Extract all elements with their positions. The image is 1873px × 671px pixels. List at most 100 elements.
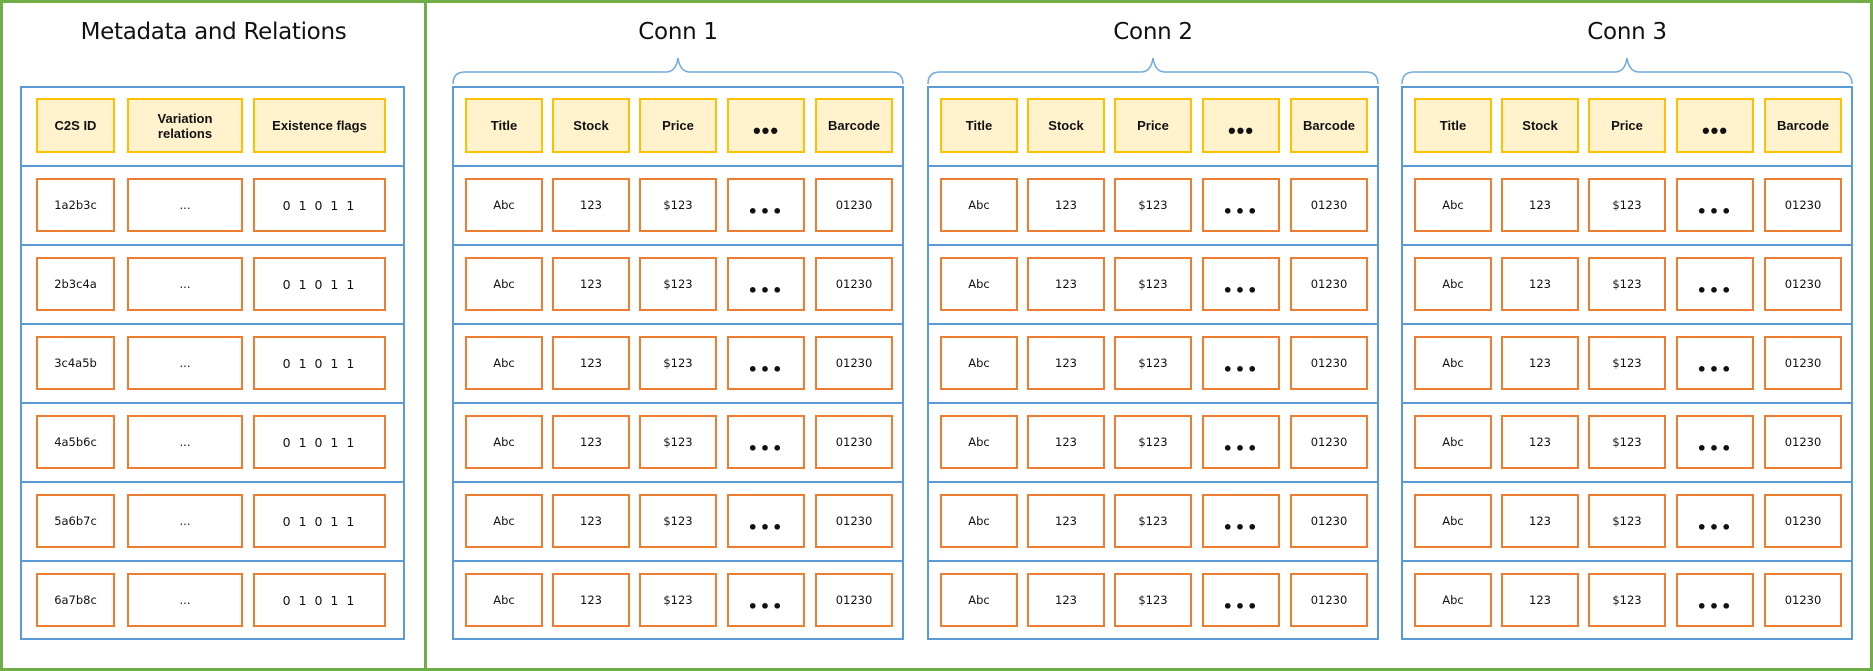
connection-row: Abc 123 $123 ••• 01230 [454,323,902,402]
connection-header-cell: Title [940,98,1018,153]
metadata-header-cell: Variation relations [127,98,243,153]
connection-header-cell: Stock [552,98,630,153]
connection-cell: Abc [940,494,1018,548]
connection-header-cell: Stock [1501,98,1579,153]
connection-table: Title Stock Price ••• Barcode Abc 123 $123 ••• 01… [927,86,1379,640]
connection-cell: 01230 [1764,336,1842,390]
connection-cell: 01230 [1764,257,1842,311]
metadata-cell-relations: ... [127,178,243,232]
more-values-ellipsis: ••• [727,494,805,548]
curly-brace-icon [452,55,904,87]
metadata-cell-flags: 0 1 0 1 1 [253,257,386,311]
metadata-cell-relations: ... [127,415,243,469]
metadata-cell-id: 4a5b6c [36,415,115,469]
connection-header-cell: Title [1414,98,1492,153]
connection-cell: Abc [465,494,543,548]
connection-cell: 01230 [1764,178,1842,232]
more-values-ellipsis: ••• [1676,178,1754,232]
connection-cell: Abc [1414,178,1492,232]
connection-row: Abc 123 $123 ••• 01230 [454,244,902,323]
connection-cell: $123 [1114,494,1192,548]
connection-cell: 123 [552,415,630,469]
connection-cell: $123 [1588,257,1666,311]
connection-title: Conn 1 [638,19,718,45]
more-values-ellipsis: ••• [1202,257,1280,311]
connection-cell: 01230 [1290,257,1368,311]
connection-title: Conn 2 [1113,19,1193,45]
connection-cell: Abc [465,336,543,390]
connection-cell: $123 [1588,178,1666,232]
connection-cell: $123 [1114,336,1192,390]
connection-cell: 01230 [1764,494,1842,548]
connection-cell: 01230 [815,257,893,311]
metadata-cell-id: 2b3c4a [36,257,115,311]
connection-cell: $123 [1114,415,1192,469]
connection-cell: 01230 [1290,336,1368,390]
connection-cell: $123 [1588,573,1666,627]
connection-cell: $123 [1588,336,1666,390]
connection-row: Abc 123 $123 ••• 01230 [454,402,902,481]
connection-cell: $123 [1114,573,1192,627]
connection-cell: $123 [1114,257,1192,311]
metadata-cell-id: 1a2b3c [36,178,115,232]
connection-cell: Abc [465,178,543,232]
connection-row: Abc 123 $123 ••• 01230 [929,560,1377,639]
connection-cell: 123 [1501,573,1579,627]
more-values-ellipsis: ••• [1676,415,1754,469]
metadata-row: 6a7b8c... 0 1 0 1 1 [22,560,403,639]
metadata-cell-relations: ... [127,257,243,311]
connection-header-cell: Price [639,98,717,153]
connection-cell: 123 [1501,415,1579,469]
connection-cell: Abc [940,257,1018,311]
connection-row: Abc 123 $123 ••• 01230 [1403,481,1851,560]
connection-cell: Abc [1414,336,1492,390]
connection-header-row: Title Stock Price ••• Barcode [929,88,1377,167]
more-columns-ellipsis: ••• [1202,98,1280,153]
connection-header-cell: Stock [1027,98,1105,153]
connection-cell: Abc [465,415,543,469]
connection-cell: $123 [1588,415,1666,469]
connection-cell: 123 [1027,257,1105,311]
connection-cell: $123 [639,494,717,548]
connection-cell: 123 [1501,178,1579,232]
metadata-table: C2S ID Variation relations Existence flags… [20,86,405,640]
more-values-ellipsis: ••• [1676,573,1754,627]
connection-row: Abc 123 $123 ••• 01230 [929,323,1377,402]
connection-cell: 123 [552,336,630,390]
connection-cell: 01230 [1764,415,1842,469]
connection-cell: Abc [940,573,1018,627]
connection-cell: $123 [639,257,717,311]
metadata-header-row: C2S ID Variation relations Existence flags [22,88,403,167]
metadata-title: Metadata and Relations [80,19,347,45]
curly-brace-icon [1401,55,1853,87]
metadata-row: 5a6b7c... 0 1 0 1 1 [22,481,403,560]
connection-row: Abc 123 $123 ••• 01230 [454,560,902,639]
connection-header-cell: Price [1114,98,1192,153]
more-values-ellipsis: ••• [1202,494,1280,548]
connection-row: Abc 123 $123 ••• 01230 [454,165,902,244]
connection-cell: $123 [639,415,717,469]
metadata-cell-flags: 0 1 0 1 1 [253,415,386,469]
metadata-cell-flags: 0 1 0 1 1 [253,178,386,232]
connection-row: Abc 123 $123 ••• 01230 [929,402,1377,481]
more-values-ellipsis: ••• [1202,336,1280,390]
more-values-ellipsis: ••• [1676,336,1754,390]
connection-table: Title Stock Price ••• Barcode Abc 123 $123 ••• 01… [1401,86,1853,640]
more-columns-ellipsis: ••• [727,98,805,153]
connection-cell: $123 [639,336,717,390]
metadata-cell-flags: 0 1 0 1 1 [253,336,386,390]
connection-cell: 01230 [1290,178,1368,232]
connection-cell: 123 [1501,257,1579,311]
metadata-cell-id: 3c4a5b [36,336,115,390]
metadata-panel: Metadata and Relations C2S ID Variation r… [0,0,427,671]
connection-table: Title Stock Price ••• Barcode Abc 123 $123 ••• 01… [452,86,904,640]
connection-cell: Abc [1414,494,1492,548]
connection-header-cell: Barcode [815,98,893,153]
connection-cell: 123 [1027,336,1105,390]
more-values-ellipsis: ••• [1202,178,1280,232]
connection-cell: Abc [940,336,1018,390]
connection-row: Abc 123 $123 ••• 01230 [929,165,1377,244]
connection-cell: $123 [1588,494,1666,548]
more-values-ellipsis: ••• [1202,415,1280,469]
metadata-header-cell: C2S ID [36,98,115,153]
